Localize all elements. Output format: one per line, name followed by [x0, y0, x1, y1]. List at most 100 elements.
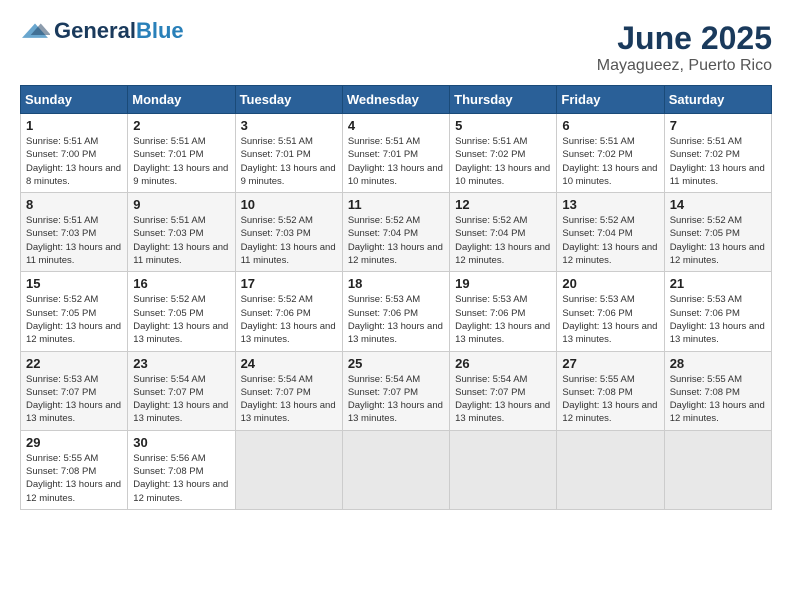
- table-row: 18Sunrise: 5:53 AMSunset: 7:06 PMDayligh…: [342, 272, 449, 351]
- table-row: 3 Sunrise: 5:51 AMSunset: 7:01 PMDaylight…: [235, 114, 342, 193]
- day-number: 3: [241, 118, 337, 133]
- day-info: Sunrise: 5:51 AMSunset: 7:01 PMDaylight:…: [241, 135, 337, 188]
- table-row: 12 Sunrise: 5:52 AMSunset: 7:04 PMDayligh…: [450, 193, 557, 272]
- col-tuesday: Tuesday: [235, 86, 342, 114]
- day-number: 13: [562, 197, 658, 212]
- day-info: Sunrise: 5:51 AMSunset: 7:01 PMDaylight:…: [133, 135, 229, 188]
- table-row: 14 Sunrise: 5:52 AMSunset: 7:05 PMDayligh…: [664, 193, 771, 272]
- day-number: 4: [348, 118, 444, 133]
- day-info: Sunrise: 5:53 AMSunset: 7:06 PMDaylight:…: [348, 293, 444, 346]
- day-info: Sunrise: 5:51 AMSunset: 7:02 PMDaylight:…: [562, 135, 658, 188]
- col-thursday: Thursday: [450, 86, 557, 114]
- location-title: Mayagueez, Puerto Rico: [597, 57, 772, 75]
- table-row: 1Sunrise: 5:51 AMSunset: 7:00 PMDaylight…: [21, 114, 128, 193]
- table-row: 9 Sunrise: 5:51 AMSunset: 7:03 PMDaylight…: [128, 193, 235, 272]
- table-row: 28Sunrise: 5:55 AMSunset: 7:08 PMDayligh…: [664, 351, 771, 430]
- day-info: Sunrise: 5:52 AMSunset: 7:06 PMDaylight:…: [241, 293, 337, 346]
- day-number: 5: [455, 118, 551, 133]
- table-row: 27Sunrise: 5:55 AMSunset: 7:08 PMDayligh…: [557, 351, 664, 430]
- empty-cell: [235, 430, 342, 509]
- table-row: 10 Sunrise: 5:52 AMSunset: 7:03 PMDayligh…: [235, 193, 342, 272]
- page-header: GeneralBlue June 2025 Mayagueez, Puerto …: [20, 20, 772, 75]
- table-row: 6 Sunrise: 5:51 AMSunset: 7:02 PMDaylight…: [557, 114, 664, 193]
- calendar-week-row: 8 Sunrise: 5:51 AMSunset: 7:03 PMDaylight…: [21, 193, 772, 272]
- calendar-table: Sunday Monday Tuesday Wednesday Thursday…: [20, 85, 772, 510]
- day-info: Sunrise: 5:52 AMSunset: 7:04 PMDaylight:…: [455, 214, 551, 267]
- day-number: 24: [241, 356, 337, 371]
- day-info: Sunrise: 5:52 AMSunset: 7:04 PMDaylight:…: [562, 214, 658, 267]
- day-info: Sunrise: 5:51 AMSunset: 7:00 PMDaylight:…: [26, 135, 122, 188]
- day-number: 15: [26, 276, 122, 291]
- day-info: Sunrise: 5:53 AMSunset: 7:06 PMDaylight:…: [670, 293, 766, 346]
- day-info: Sunrise: 5:51 AMSunset: 7:03 PMDaylight:…: [133, 214, 229, 267]
- table-row: 15 Sunrise: 5:52 AMSunset: 7:05 PMDayligh…: [21, 272, 128, 351]
- calendar-week-row: 22 Sunrise: 5:53 AMSunset: 7:07 PMDayligh…: [21, 351, 772, 430]
- day-number: 9: [133, 197, 229, 212]
- table-row: 19 Sunrise: 5:53 AMSunset: 7:06 PMDayligh…: [450, 272, 557, 351]
- empty-cell: [450, 430, 557, 509]
- col-wednesday: Wednesday: [342, 86, 449, 114]
- table-row: 13 Sunrise: 5:52 AMSunset: 7:04 PMDayligh…: [557, 193, 664, 272]
- day-info: Sunrise: 5:55 AMSunset: 7:08 PMDaylight:…: [26, 452, 122, 505]
- day-info: Sunrise: 5:51 AMSunset: 7:03 PMDaylight:…: [26, 214, 122, 267]
- day-info: Sunrise: 5:52 AMSunset: 7:05 PMDaylight:…: [133, 293, 229, 346]
- table-row: 17Sunrise: 5:52 AMSunset: 7:06 PMDayligh…: [235, 272, 342, 351]
- day-number: 23: [133, 356, 229, 371]
- day-info: Sunrise: 5:53 AMSunset: 7:06 PMDaylight:…: [455, 293, 551, 346]
- table-row: 26 Sunrise: 5:54 AMSunset: 7:07 PMDayligh…: [450, 351, 557, 430]
- day-number: 14: [670, 197, 766, 212]
- logo-text: GeneralBlue: [54, 20, 184, 42]
- day-number: 11: [348, 197, 444, 212]
- day-info: Sunrise: 5:52 AMSunset: 7:05 PMDaylight:…: [26, 293, 122, 346]
- table-row: 21 Sunrise: 5:53 AMSunset: 7:06 PMDayligh…: [664, 272, 771, 351]
- table-row: 8 Sunrise: 5:51 AMSunset: 7:03 PMDaylight…: [21, 193, 128, 272]
- day-info: Sunrise: 5:54 AMSunset: 7:07 PMDaylight:…: [241, 373, 337, 426]
- table-row: 4 Sunrise: 5:51 AMSunset: 7:01 PMDaylight…: [342, 114, 449, 193]
- day-info: Sunrise: 5:56 AMSunset: 7:08 PMDaylight:…: [133, 452, 229, 505]
- table-row: 11 Sunrise: 5:52 AMSunset: 7:04 PMDayligh…: [342, 193, 449, 272]
- col-friday: Friday: [557, 86, 664, 114]
- day-info: Sunrise: 5:53 AMSunset: 7:07 PMDaylight:…: [26, 373, 122, 426]
- day-info: Sunrise: 5:55 AMSunset: 7:08 PMDaylight:…: [562, 373, 658, 426]
- day-number: 28: [670, 356, 766, 371]
- table-row: 29 Sunrise: 5:55 AMSunset: 7:08 PMDayligh…: [21, 430, 128, 509]
- day-info: Sunrise: 5:54 AMSunset: 7:07 PMDaylight:…: [133, 373, 229, 426]
- title-area: June 2025 Mayagueez, Puerto Rico: [597, 20, 772, 75]
- day-number: 29: [26, 435, 122, 450]
- day-number: 21: [670, 276, 766, 291]
- day-info: Sunrise: 5:51 AMSunset: 7:02 PMDaylight:…: [670, 135, 766, 188]
- table-row: 24 Sunrise: 5:54 AMSunset: 7:07 PMDayligh…: [235, 351, 342, 430]
- day-info: Sunrise: 5:52 AMSunset: 7:05 PMDaylight:…: [670, 214, 766, 267]
- day-number: 19: [455, 276, 551, 291]
- col-saturday: Saturday: [664, 86, 771, 114]
- day-number: 7: [670, 118, 766, 133]
- day-info: Sunrise: 5:52 AMSunset: 7:03 PMDaylight:…: [241, 214, 337, 267]
- calendar-week-row: 29 Sunrise: 5:55 AMSunset: 7:08 PMDayligh…: [21, 430, 772, 509]
- day-number: 30: [133, 435, 229, 450]
- day-number: 25: [348, 356, 444, 371]
- day-number: 8: [26, 197, 122, 212]
- day-number: 12: [455, 197, 551, 212]
- calendar-week-row: 15 Sunrise: 5:52 AMSunset: 7:05 PMDayligh…: [21, 272, 772, 351]
- day-info: Sunrise: 5:53 AMSunset: 7:06 PMDaylight:…: [562, 293, 658, 346]
- day-info: Sunrise: 5:51 AMSunset: 7:01 PMDaylight:…: [348, 135, 444, 188]
- day-number: 10: [241, 197, 337, 212]
- empty-cell: [342, 430, 449, 509]
- calendar-week-row: 1Sunrise: 5:51 AMSunset: 7:00 PMDaylight…: [21, 114, 772, 193]
- table-row: 2 Sunrise: 5:51 AMSunset: 7:01 PMDaylight…: [128, 114, 235, 193]
- calendar-header-row: Sunday Monday Tuesday Wednesday Thursday…: [21, 86, 772, 114]
- day-info: Sunrise: 5:52 AMSunset: 7:04 PMDaylight:…: [348, 214, 444, 267]
- day-number: 26: [455, 356, 551, 371]
- table-row: 23 Sunrise: 5:54 AMSunset: 7:07 PMDayligh…: [128, 351, 235, 430]
- col-sunday: Sunday: [21, 86, 128, 114]
- day-number: 22: [26, 356, 122, 371]
- empty-cell: [557, 430, 664, 509]
- day-number: 6: [562, 118, 658, 133]
- day-info: Sunrise: 5:54 AMSunset: 7:07 PMDaylight:…: [455, 373, 551, 426]
- day-number: 2: [133, 118, 229, 133]
- table-row: 25 Sunrise: 5:54 AMSunset: 7:07 PMDayligh…: [342, 351, 449, 430]
- day-info: Sunrise: 5:51 AMSunset: 7:02 PMDaylight:…: [455, 135, 551, 188]
- day-info: Sunrise: 5:54 AMSunset: 7:07 PMDaylight:…: [348, 373, 444, 426]
- empty-cell: [664, 430, 771, 509]
- logo: GeneralBlue: [20, 20, 184, 42]
